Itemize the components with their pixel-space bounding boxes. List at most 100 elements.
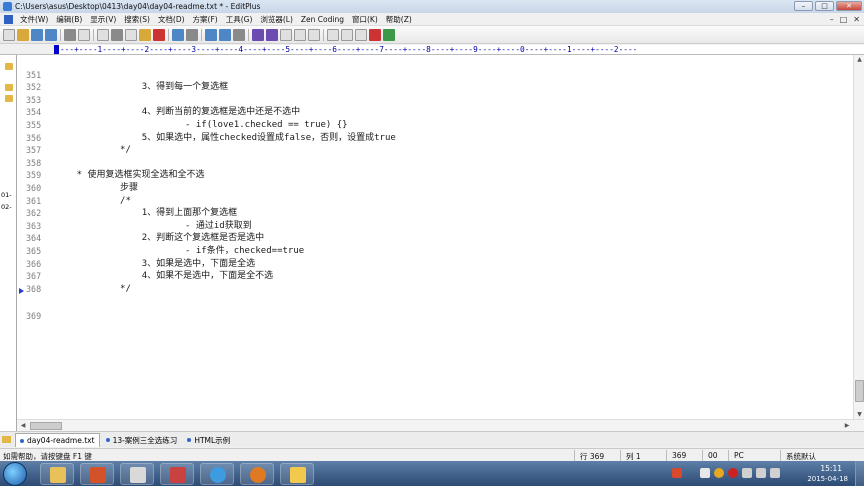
tray-app-icon[interactable]	[700, 468, 710, 478]
editor-line[interactable]: 368	[17, 270, 853, 294]
directory-item[interactable]: 02-	[1, 203, 12, 211]
tray-app-icon[interactable]	[728, 468, 738, 478]
menu-project[interactable]: 方案(F)	[189, 14, 222, 25]
spell-check-icon[interactable]	[97, 28, 109, 41]
tab-13-checkbox-example[interactable]: 13-案例三全选练习	[102, 433, 182, 447]
find-icon[interactable]	[205, 28, 217, 41]
ruler-cursor	[54, 45, 59, 54]
editor-line[interactable]: 366 4、如果不是选中，下面是全不选	[17, 245, 853, 282]
editor-line[interactable]: 359 步骤	[17, 157, 853, 193]
word-wrap-icon[interactable]	[280, 28, 292, 41]
undo-icon[interactable]	[172, 28, 184, 41]
editor-line[interactable]: 353 4、判断当前的复选框是选中还是不选中	[17, 81, 853, 118]
fullscreen-icon[interactable]	[383, 28, 395, 41]
taskbar-app[interactable]	[160, 463, 194, 485]
editor-line[interactable]: 361 1、得到上面那个复选框	[17, 182, 853, 219]
vertical-scroll-thumb[interactable]	[855, 380, 864, 402]
tab-day04-readme[interactable]: day04-readme.txt	[15, 433, 100, 447]
editor-line[interactable]: 357	[17, 132, 853, 155]
doc-close-button[interactable]: ✕	[853, 15, 860, 24]
replace-icon[interactable]	[219, 28, 231, 41]
folder-icon[interactable]	[5, 84, 13, 91]
doc-minimize-button[interactable]: –	[830, 15, 834, 24]
delete-icon[interactable]	[153, 28, 165, 41]
clock-time[interactable]: 15:11	[820, 464, 842, 473]
close-button[interactable]: ✕	[836, 1, 862, 11]
horizontal-scrollbar[interactable]: ◀ ▶	[17, 419, 864, 431]
editor-line[interactable]: 360 /*	[17, 169, 853, 206]
new-file-icon[interactable]	[3, 28, 15, 41]
menu-view[interactable]: 显示(V)	[86, 14, 120, 25]
menu-help[interactable]: 帮助(Z)	[382, 14, 416, 25]
line-number-icon[interactable]	[308, 28, 320, 41]
windows-start-button[interactable]	[3, 462, 27, 486]
editor-line[interactable]: 358 * 使用复选框实现全选和全不选	[17, 144, 853, 181]
editor-line[interactable]: 367 */	[17, 258, 853, 294]
copy-icon[interactable]	[125, 28, 137, 41]
editor-line[interactable]: 356 */	[17, 119, 853, 156]
menu-search[interactable]: 搜索(S)	[120, 14, 154, 25]
editor-line[interactable]: 362 - 通过id获取到	[17, 195, 853, 231]
menu-edit[interactable]: 编辑(B)	[52, 14, 86, 25]
font-size-icon[interactable]	[252, 28, 264, 41]
cut-icon[interactable]	[111, 28, 123, 41]
directory-item[interactable]: 01-	[1, 191, 12, 199]
taskbar-editplus[interactable]	[280, 463, 314, 485]
menu-zen-coding[interactable]: Zen Coding	[297, 15, 348, 24]
save-all-icon[interactable]	[45, 28, 57, 41]
input-method-icon[interactable]	[672, 468, 682, 478]
ruler-icon[interactable]	[294, 28, 306, 41]
editor-line[interactable]: 363 2、判断这个复选框是否是选中	[17, 207, 853, 244]
network-icon[interactable]	[742, 468, 752, 478]
vertical-scrollbar[interactable]: ▲ ▼	[853, 55, 864, 419]
taskbar-powerpoint[interactable]	[80, 463, 114, 485]
text-editor[interactable]: 351 3、得到每一个复选框 352 353 4、判断当前的复选框是选中还是不选…	[17, 55, 853, 419]
cliptext-icon[interactable]	[341, 28, 353, 41]
editor-line[interactable]: 354 - if(love1.checked == true) {}	[17, 94, 853, 130]
taskbar-explorer-window[interactable]	[120, 463, 154, 485]
editor-line[interactable]: 364 - if条件，checked==true	[17, 220, 853, 256]
scroll-right-arrow-icon[interactable]: ▶	[842, 421, 852, 431]
scroll-left-arrow-icon[interactable]: ◀	[18, 421, 28, 431]
editor-line[interactable]: 365 3、如果是选中，下面是全选	[17, 232, 853, 269]
taskbar-firefox[interactable]	[240, 463, 274, 485]
open-folder-icon[interactable]	[17, 28, 29, 41]
show-desktop-button[interactable]	[855, 461, 864, 486]
editor-line[interactable]: 352	[17, 69, 853, 92]
maximize-button[interactable]: □	[815, 1, 834, 11]
checkmark-icon[interactable]	[369, 28, 381, 41]
redo-icon[interactable]	[186, 28, 198, 41]
notification-icon[interactable]	[770, 468, 780, 478]
clock-date[interactable]: 2015-04-18	[807, 475, 848, 483]
directory-panel[interactable]: 01- 02-	[0, 55, 17, 431]
print-icon[interactable]	[64, 28, 76, 41]
folder-icon[interactable]	[2, 436, 11, 443]
folder-icon[interactable]	[5, 63, 13, 70]
volume-icon[interactable]	[756, 468, 766, 478]
output-window-icon[interactable]	[355, 28, 367, 41]
editor-line[interactable]: 355 5、如果选中，属性checked设置成false，否则，设置成true	[17, 106, 853, 143]
scroll-up-arrow-icon[interactable]: ▲	[855, 55, 864, 64]
editor-line-current[interactable]: 369	[17, 285, 853, 321]
menu-browser[interactable]: 浏览器(L)	[256, 14, 297, 25]
folder-icon[interactable]	[5, 95, 13, 102]
font-icon[interactable]	[266, 28, 278, 41]
directory-window-icon[interactable]	[327, 28, 339, 41]
menu-document[interactable]: 文档(D)	[154, 14, 189, 25]
scroll-down-arrow-icon[interactable]: ▼	[855, 410, 864, 419]
taskbar-ie[interactable]	[200, 463, 234, 485]
tray-app-icon[interactable]	[714, 468, 724, 478]
goto-icon[interactable]	[233, 28, 245, 41]
doc-restore-button[interactable]: □	[840, 15, 848, 24]
minimize-button[interactable]: –	[794, 1, 813, 11]
print-preview-icon[interactable]	[78, 28, 90, 41]
taskbar-explorer[interactable]	[40, 463, 74, 485]
tab-html-example[interactable]: HTML示例	[183, 433, 234, 447]
save-icon[interactable]	[31, 28, 43, 41]
paste-icon[interactable]	[139, 28, 151, 41]
horizontal-scroll-thumb[interactable]	[30, 422, 62, 430]
menu-window[interactable]: 窗口(K)	[348, 14, 382, 25]
menu-tools[interactable]: 工具(G)	[222, 14, 257, 25]
menu-file[interactable]: 文件(W)	[16, 14, 52, 25]
editor-line[interactable]: 351 3、得到每一个复选框	[17, 56, 853, 93]
